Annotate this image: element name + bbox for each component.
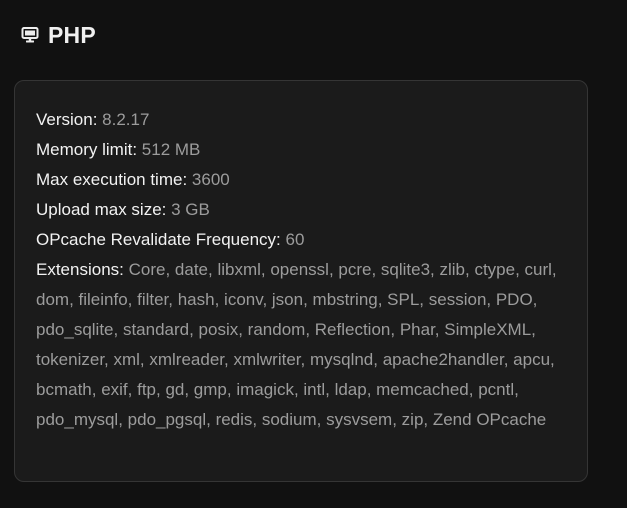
monitor-icon xyxy=(21,26,39,44)
extensions-value: Core, date, libxml, openssl, pcre, sqlit… xyxy=(36,260,557,429)
section-title: PHP xyxy=(48,21,96,48)
upload-max-size-label: Upload max size: xyxy=(36,200,167,219)
upload-max-size-row: Upload max size: 3 GB xyxy=(36,195,567,225)
opcache-revalidate-frequency-row: OPcache Revalidate Frequency: 60 xyxy=(36,225,567,255)
upload-max-size-value: 3 GB xyxy=(171,200,210,219)
version-label: Version: xyxy=(36,110,98,129)
max-execution-time-row: Max execution time: 3600 xyxy=(36,165,567,195)
extensions-label: Extensions: xyxy=(36,260,124,279)
version-value: 8.2.17 xyxy=(102,110,150,129)
extensions-row: Extensions: Core, date, libxml, openssl,… xyxy=(36,255,564,435)
version-row: Version: 8.2.17 xyxy=(36,105,567,135)
section-header: PHP xyxy=(21,22,96,48)
max-execution-time-value: 3600 xyxy=(191,170,230,189)
opcache-revalidate-frequency-value: 60 xyxy=(285,230,305,249)
php-info-card: Version: 8.2.17 Memory limit: 512 MB Max… xyxy=(14,80,588,482)
memory-limit-row: Memory limit: 512 MB xyxy=(36,135,567,165)
memory-limit-label: Memory limit: xyxy=(36,140,138,159)
max-execution-time-label: Max execution time: xyxy=(36,170,188,189)
opcache-revalidate-frequency-label: OPcache Revalidate Frequency: xyxy=(36,230,281,249)
memory-limit-value: 512 MB xyxy=(141,140,201,159)
